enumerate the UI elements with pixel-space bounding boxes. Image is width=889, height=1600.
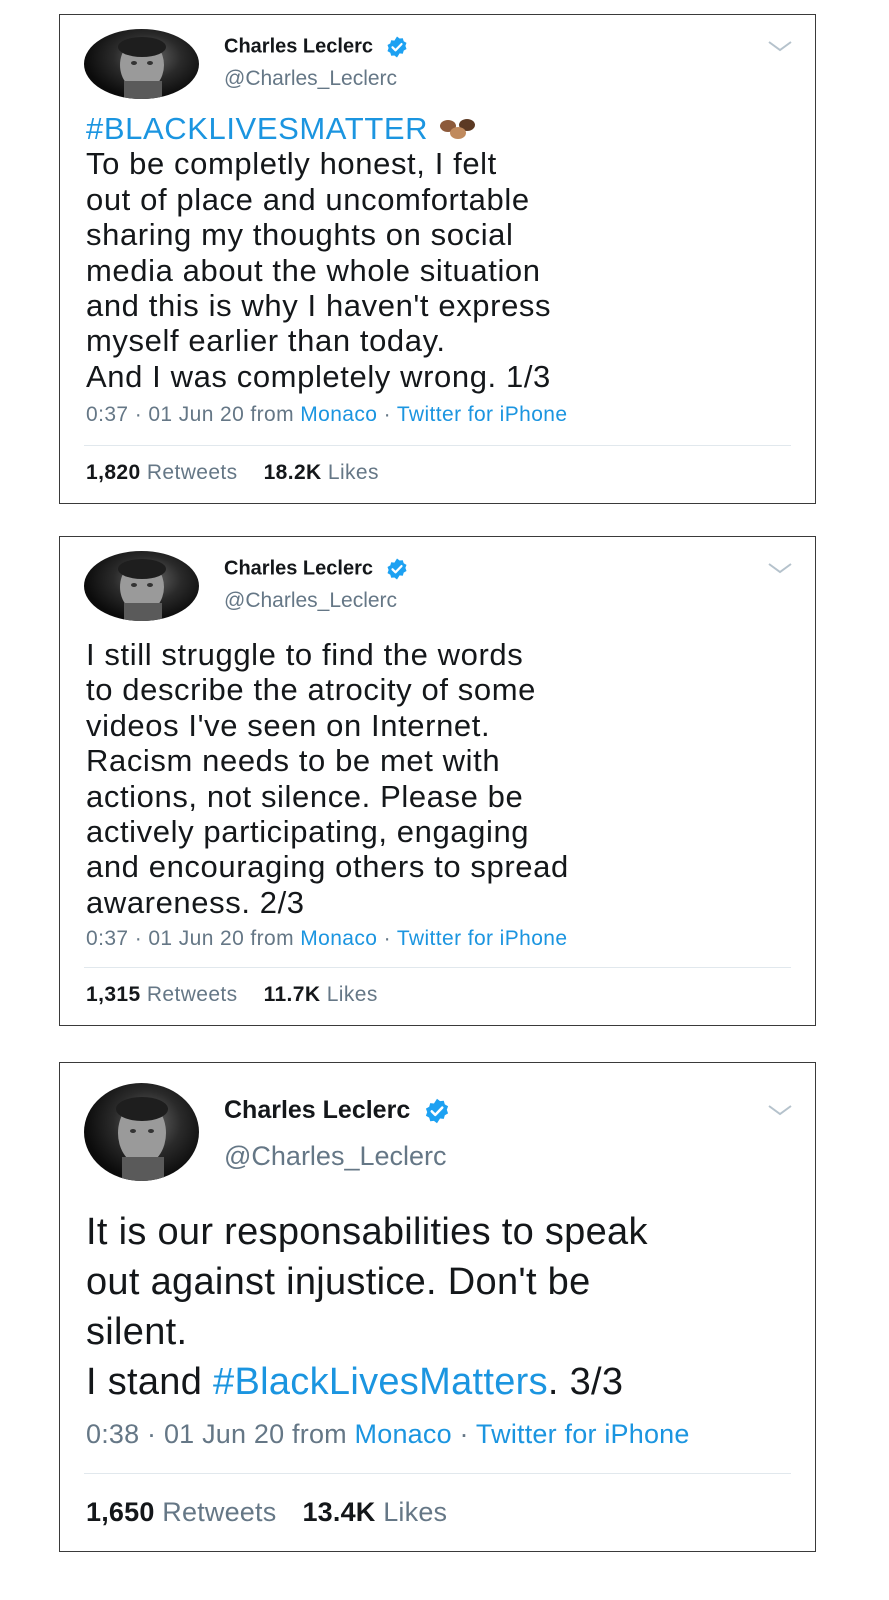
separator: · [377,403,397,426]
tweet-body-text-end: . 3/3 [547,1361,624,1403]
tweet-meta: 0:37 · 01 Jun 20 from Monaco · Twitter f… [86,403,795,427]
location-link[interactable]: Monaco [300,927,377,950]
author-handle[interactable]: @Charles_Leclerc [224,67,397,91]
tweet-text: It is our responsabilities to speak out … [86,1207,791,1407]
likes-label: Likes [326,983,378,1006]
tweet-card-1[interactable]: Charles Leclerc @Charles_Leclerc #BLACKL… [59,14,816,504]
author-handle[interactable]: @Charles_Leclerc [224,1141,447,1172]
avatar-photo-icon [118,559,166,621]
tweet-text: #BLACKLIVESMATTER To be completly honest… [86,111,791,394]
avatar-photo-icon [118,37,166,99]
chevron-down-icon[interactable] [767,39,793,53]
likes-stat[interactable]: 13.4K Likes [302,1497,447,1527]
hashtag-link[interactable]: #BLACKLIVESMATTER [86,111,428,146]
author-handle[interactable]: @Charles_Leclerc [224,589,397,613]
likes-count: 11.7K [263,983,321,1006]
likes-count: 13.4K [302,1497,376,1527]
separator: · [377,927,397,950]
avatar[interactable] [84,1083,199,1181]
tweet-stats: 1,820 Retweets 18.2K Likes [86,461,379,485]
hashtag-link[interactable]: #BlackLivesMatters [213,1361,548,1403]
author-name[interactable]: Charles Leclerc [224,35,409,59]
retweets-count: 1,315 [86,983,141,1006]
retweets-stat[interactable]: 1,820 Retweets [86,461,238,484]
divider [84,967,791,968]
retweets-label: Retweets [162,1497,277,1527]
timestamp[interactable]: 0:38 · 01 Jun 20 from [86,1419,355,1449]
verified-badge-icon [426,1099,449,1124]
raised-fist-emoji-icon [440,119,476,139]
source-link[interactable]: Twitter for iPhone [397,927,568,950]
separator: · [451,1419,476,1449]
verified-badge-icon [387,36,407,58]
tweet-body-text: To be completly honest, I felt out of pl… [86,146,552,394]
likes-stat[interactable]: 18.2K Likes [264,461,379,484]
verified-badge-icon [387,558,407,580]
likes-label: Likes [383,1497,448,1527]
likes-label: Likes [327,461,379,484]
timestamp[interactable]: 0:37 · 01 Jun 20 from [86,927,300,950]
likes-stat[interactable]: 11.7K Likes [264,983,378,1006]
avatar[interactable] [84,551,199,621]
avatar[interactable] [84,29,199,99]
chevron-down-icon[interactable] [767,1103,793,1117]
tweet-stats: 1,315 Retweets 11.7K Likes [86,983,378,1007]
retweets-count: 1,820 [86,461,141,484]
tweet-card-2[interactable]: Charles Leclerc @Charles_Leclerc I still… [59,536,816,1026]
retweets-count: 1,650 [86,1497,155,1527]
location-link[interactable]: Monaco [355,1419,452,1449]
source-link[interactable]: Twitter for iPhone [397,403,568,426]
retweets-stat[interactable]: 1,650 Retweets [86,1497,276,1527]
source-link[interactable]: Twitter for iPhone [476,1419,690,1449]
divider [84,1473,791,1474]
chevron-down-icon[interactable] [767,561,793,575]
retweets-label: Retweets [146,461,238,484]
avatar-photo-icon [116,1097,168,1181]
author-name[interactable]: Charles Leclerc [224,557,409,581]
tweet-stats: 1,650 Retweets 13.4K Likes [86,1497,447,1528]
likes-count: 18.2K [263,461,322,484]
retweets-label: Retweets [146,983,238,1006]
author-name-text[interactable]: Charles Leclerc [224,1096,410,1124]
author-name[interactable]: Charles Leclerc [224,1096,451,1125]
divider [84,445,791,446]
tweet-meta: 0:38 · 01 Jun 20 from Monaco · Twitter f… [86,1419,795,1450]
timestamp[interactable]: 0:37 · 01 Jun 20 from [86,403,300,426]
retweets-stat[interactable]: 1,315 Retweets [86,983,238,1006]
author-name-text[interactable]: Charles Leclerc [224,35,373,57]
author-name-text[interactable]: Charles Leclerc [224,557,373,579]
tweet-text: I still struggle to find the words to de… [86,637,569,920]
tweet-meta: 0:37 · 01 Jun 20 from Monaco · Twitter f… [86,927,795,951]
location-link[interactable]: Monaco [300,403,377,426]
tweet-card-3[interactable]: Charles Leclerc @Charles_Leclerc It is o… [59,1062,816,1552]
